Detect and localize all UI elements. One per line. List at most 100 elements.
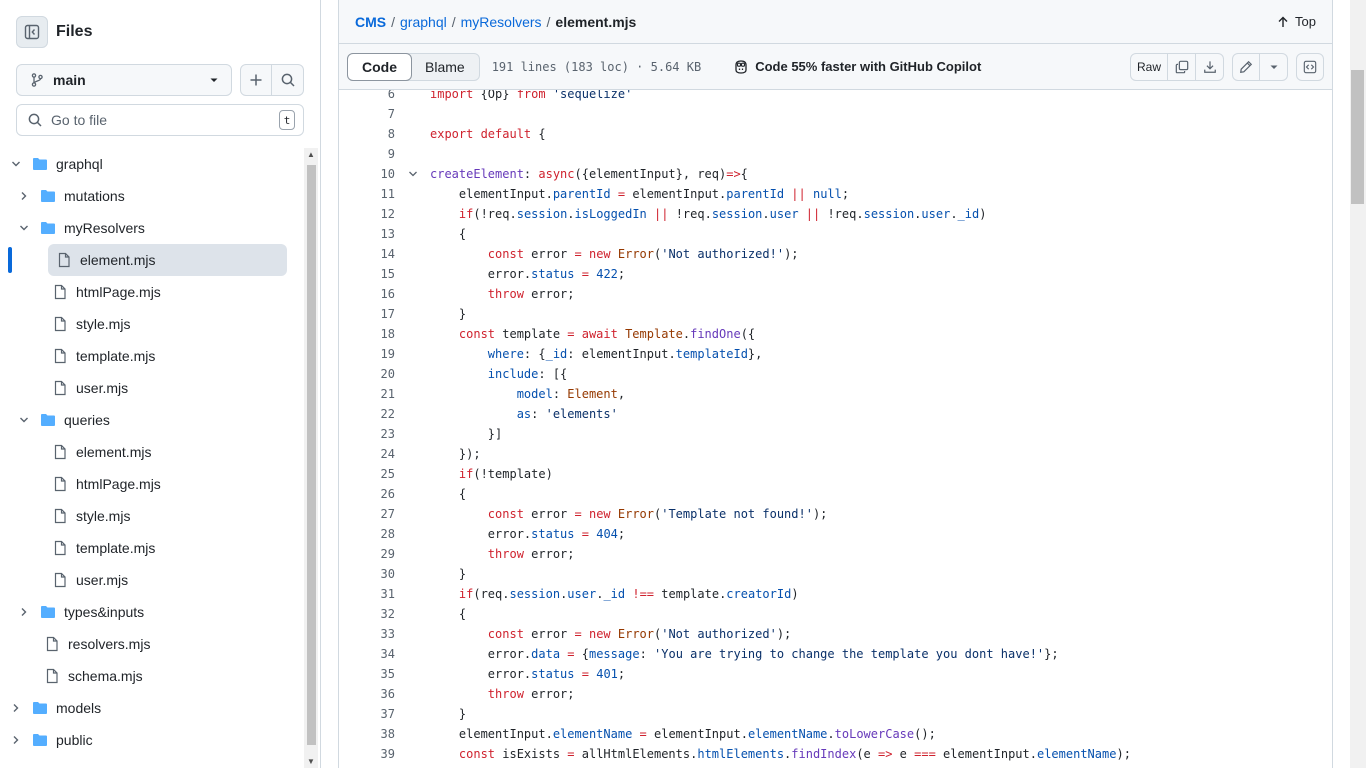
code-token: const [430, 247, 532, 261]
code-line: 17 } [339, 304, 1332, 324]
line-number[interactable]: 17 [339, 307, 395, 321]
code-viewer[interactable]: 6 import {Op} from 'sequelize' 7 8 export de… [338, 90, 1333, 768]
line-number[interactable]: 10 [339, 167, 395, 181]
tree-file[interactable]: resolvers.mjs [8, 628, 288, 660]
line-number[interactable]: 29 [339, 547, 395, 561]
line-number[interactable]: 39 [339, 747, 395, 761]
line-number[interactable]: 30 [339, 567, 395, 581]
add-file-button[interactable] [240, 64, 272, 96]
tree-folder-public[interactable]: public [8, 724, 288, 756]
line-number[interactable]: 12 [339, 207, 395, 221]
chevron-right-icon[interactable] [16, 190, 32, 202]
tab-blame[interactable]: Blame [411, 54, 479, 80]
line-number[interactable]: 16 [339, 287, 395, 301]
line-number[interactable]: 35 [339, 667, 395, 681]
line-number[interactable]: 33 [339, 627, 395, 641]
line-number[interactable]: 25 [339, 467, 395, 481]
code-token: status [531, 667, 575, 681]
tree-item-label: template.mjs [76, 348, 156, 364]
tree-folder-myresolvers[interactable]: myResolvers [8, 212, 288, 244]
tree-folder-types-inputs[interactable]: types&inputs [8, 596, 288, 628]
tree-file[interactable]: user.mjs [8, 372, 288, 404]
code-token: htmlElements [697, 747, 785, 761]
symbols-panel-button[interactable] [1296, 53, 1324, 81]
file-icon [52, 348, 68, 364]
line-number[interactable]: 6 [339, 90, 395, 101]
tree-file[interactable]: htmlPage.mjs [8, 276, 288, 308]
tree-file[interactable]: style.mjs [8, 308, 288, 340]
tree-file[interactable]: style.mjs [8, 500, 288, 532]
tree-file[interactable]: element.mjs [48, 244, 287, 276]
line-number[interactable]: 9 [339, 147, 395, 161]
line-number[interactable]: 14 [339, 247, 395, 261]
line-number[interactable]: 20 [339, 367, 395, 381]
line-number[interactable]: 31 [339, 587, 395, 601]
code-text: } [430, 307, 466, 321]
sidebar-scroll-thumb[interactable] [307, 165, 316, 745]
breadcrumb-graphql-link[interactable]: graphql [400, 14, 447, 30]
edit-options-button[interactable] [1260, 53, 1288, 81]
download-button[interactable] [1196, 53, 1224, 81]
raw-button[interactable]: Raw [1129, 53, 1168, 81]
line-number[interactable]: 32 [339, 607, 395, 621]
tree-folder-queries[interactable]: queries [8, 404, 288, 436]
line-number[interactable]: 7 [339, 107, 395, 121]
line-number[interactable]: 23 [339, 427, 395, 441]
tree-folder-mutations[interactable]: mutations [8, 180, 288, 212]
tree-file[interactable]: schema.mjs [8, 660, 288, 692]
back-to-top-button[interactable]: Top [1277, 14, 1316, 29]
line-number[interactable]: 38 [339, 727, 395, 741]
line-number[interactable]: 22 [339, 407, 395, 421]
fold-chevron-icon[interactable] [395, 168, 430, 180]
branch-select-button[interactable]: main [16, 64, 232, 96]
code-token: { [430, 607, 467, 621]
sidebar-scrollbar[interactable]: ▲ ▼ [304, 148, 318, 768]
chevron-down-icon[interactable] [8, 158, 24, 170]
line-number[interactable]: 11 [339, 187, 395, 201]
page-scrollbar[interactable] [1350, 0, 1366, 768]
line-number[interactable]: 18 [339, 327, 395, 341]
tree-file[interactable]: htmlPage.mjs [8, 468, 288, 500]
line-number[interactable]: 24 [339, 447, 395, 461]
scroll-down-arrow-icon[interactable]: ▼ [307, 757, 315, 766]
edit-file-button[interactable] [1232, 53, 1260, 81]
chevron-right-icon[interactable] [8, 702, 24, 714]
code-token: if [430, 467, 474, 481]
tree-file[interactable]: template.mjs [8, 340, 288, 372]
chevron-down-icon[interactable] [16, 414, 32, 426]
line-number[interactable]: 13 [339, 227, 395, 241]
go-to-file-input[interactable] [51, 112, 279, 128]
tree-file[interactable]: element.mjs [8, 436, 288, 468]
file-icon [56, 252, 72, 268]
collapse-sidebar-button[interactable] [16, 16, 48, 48]
line-number[interactable]: 15 [339, 267, 395, 281]
tree-folder-models[interactable]: models [8, 692, 288, 724]
page-scroll-thumb[interactable] [1351, 70, 1364, 204]
code-text: const error = new Error('Not authorized'… [430, 627, 791, 641]
copilot-icon [735, 59, 747, 74]
chevron-right-icon[interactable] [16, 606, 32, 618]
line-number[interactable]: 36 [339, 687, 395, 701]
tab-code[interactable]: Code [347, 52, 412, 81]
line-number[interactable]: 26 [339, 487, 395, 501]
code-line: 39 const isExists = allHtmlElements.html… [339, 744, 1332, 764]
line-number[interactable]: 28 [339, 527, 395, 541]
line-number[interactable]: 27 [339, 507, 395, 521]
line-number[interactable]: 21 [339, 387, 395, 401]
line-number[interactable]: 8 [339, 127, 395, 141]
chevron-right-icon[interactable] [8, 734, 24, 746]
search-code-button[interactable] [272, 64, 304, 96]
line-number[interactable]: 34 [339, 647, 395, 661]
tree-folder-graphql[interactable]: graphql [8, 148, 288, 180]
breadcrumb-myresolvers-link[interactable]: myResolvers [461, 14, 542, 30]
copy-raw-button[interactable] [1168, 53, 1196, 81]
code-token: 'sequelize' [552, 90, 633, 101]
chevron-down-icon[interactable] [16, 222, 32, 234]
breadcrumb-repo-link[interactable]: CMS [355, 14, 386, 30]
tree-file[interactable]: user.mjs [8, 564, 288, 596]
line-number[interactable]: 19 [339, 347, 395, 361]
line-number[interactable]: 37 [339, 707, 395, 721]
scroll-up-arrow-icon[interactable]: ▲ [307, 150, 315, 159]
copilot-promo[interactable]: Code 55% faster with GitHub Copilot [733, 59, 981, 75]
tree-file[interactable]: template.mjs [8, 532, 288, 564]
